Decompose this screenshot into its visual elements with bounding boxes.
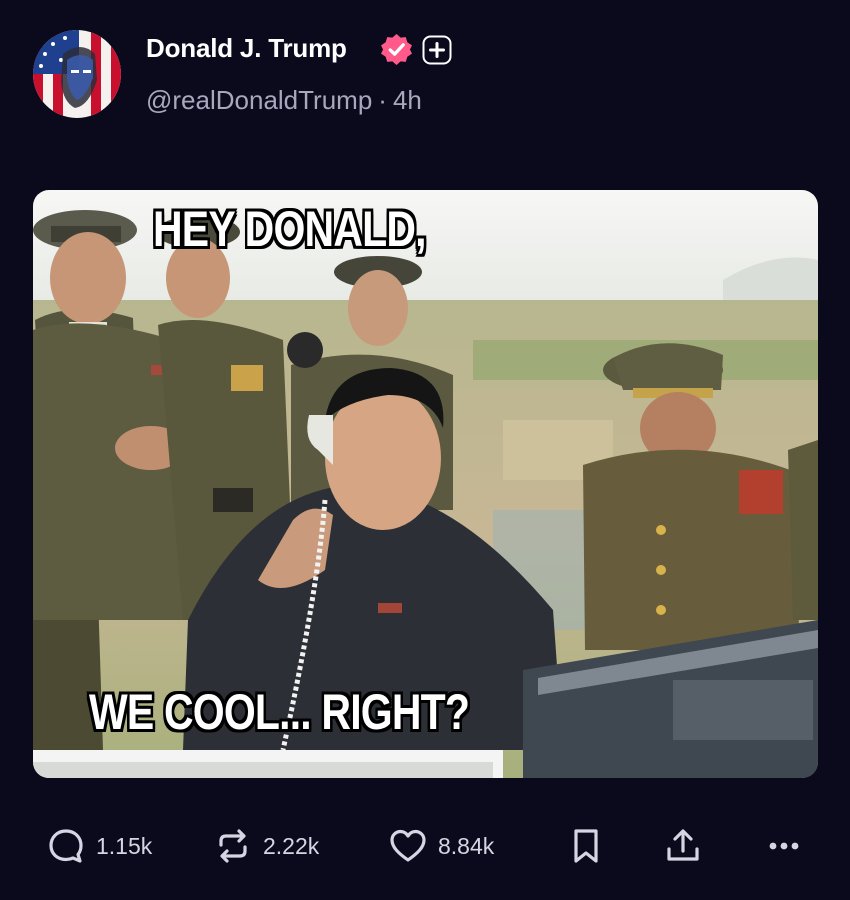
meme-caption-top: HEY DONALD, — [153, 201, 427, 257]
share-upload-icon — [667, 829, 699, 861]
like-count: 8.84k — [438, 832, 495, 859]
post-image[interactable]: HEY DONALD, WE COOL... RIGHT? — [33, 190, 818, 778]
ellipsis-icon — [769, 842, 799, 850]
share-button[interactable] — [663, 818, 703, 874]
bookmark-icon — [574, 829, 598, 863]
avatar-image — [33, 30, 121, 118]
bookmark-button[interactable] — [566, 818, 606, 874]
reply-bubble-icon — [49, 829, 83, 863]
heart-icon — [390, 829, 426, 862]
author-handle[interactable]: @realDonaldTrump — [146, 85, 372, 115]
plus-icon[interactable] — [422, 35, 452, 65]
post-action-bar: 1.15k 2.22k 8.84k — [0, 818, 850, 874]
more-options-button[interactable] — [764, 818, 804, 874]
repost-arrows-icon — [219, 829, 247, 863]
meme-caption-bottom: WE COOL... RIGHT? — [89, 684, 470, 740]
post-timestamp[interactable]: 4h — [393, 85, 422, 115]
verified-badge-icon — [381, 34, 412, 65]
reply-button[interactable]: 1.15k — [46, 818, 152, 874]
reply-count: 1.15k — [96, 832, 153, 859]
separator-dot: · — [378, 85, 387, 115]
like-button[interactable]: 8.84k — [388, 818, 494, 874]
author-avatar[interactable] — [33, 30, 121, 118]
repost-count: 2.22k — [263, 832, 320, 859]
author-display-name[interactable]: Donald J. Trump — [146, 33, 347, 64]
author-handle-line: @realDonaldTrump · 4h — [146, 85, 422, 116]
repost-button[interactable]: 2.22k — [213, 818, 319, 874]
